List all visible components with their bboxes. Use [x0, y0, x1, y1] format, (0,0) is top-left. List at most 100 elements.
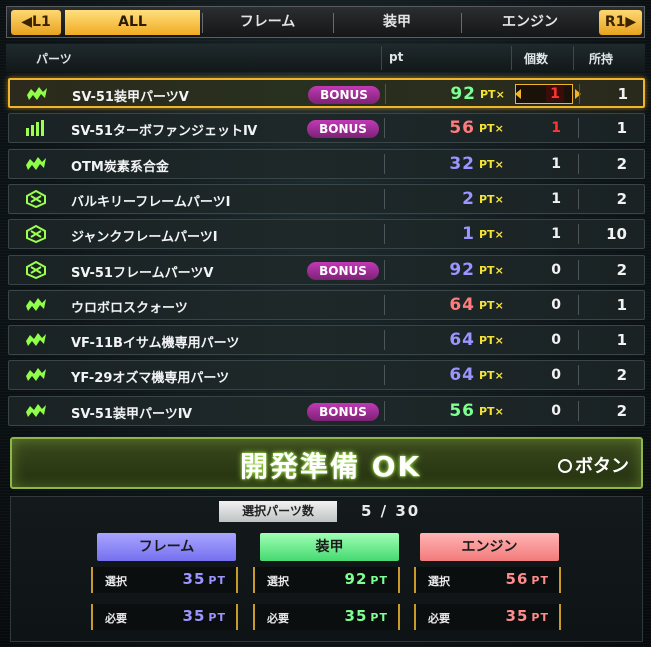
row-divider [578, 224, 579, 244]
count-value: 1 [551, 191, 561, 207]
part-name: SV-51ターボファンジェットⅣ [71, 124, 258, 139]
tab-divider [461, 13, 462, 33]
bonus-badge: BONUS [307, 403, 379, 421]
parts-row[interactable]: SV-51装甲パーツⅤ BONUS 92 PT× 1 1 [8, 78, 645, 108]
row-divider [579, 84, 580, 104]
bonus-badge: BONUS [307, 120, 379, 138]
owned-value: 2 [616, 402, 627, 420]
count-value: 1 [551, 156, 561, 172]
armor-icon [25, 331, 47, 349]
armor-icon [25, 296, 47, 314]
part-pt-value: 56 [449, 401, 475, 421]
part-pt-value: 92 [449, 260, 475, 280]
parts-row[interactable]: SV-51フレームパーツⅤ BONUS 92 PT× 0 2 [8, 255, 645, 285]
owned-value: 2 [616, 366, 627, 384]
row-divider [578, 295, 579, 315]
tab-all[interactable]: ALL [65, 10, 200, 35]
row-divider [384, 260, 385, 280]
row-divider [384, 330, 385, 350]
owned-value: 1 [616, 296, 627, 314]
owned-value: 1 [616, 331, 627, 349]
armor-selected-stat: 選択 92 PT [253, 567, 400, 593]
parts-row[interactable]: YF-29オズマ機専用パーツ 64 PT× 0 2 [8, 360, 645, 390]
row-divider [385, 84, 386, 104]
armor-icon [25, 366, 47, 384]
stat-label: 必要 [105, 612, 127, 625]
r1-shoulder-button[interactable]: R1▶ [599, 10, 642, 35]
pt-multiplier-label: PT× [479, 264, 504, 277]
part-pt-value: 64 [449, 295, 475, 315]
pt-multiplier-label: PT× [479, 158, 504, 171]
stepper-left-arrow-icon[interactable] [515, 89, 521, 99]
column-parts: パーツ [36, 52, 72, 66]
frame-icon [25, 224, 47, 244]
stat-value: 35 PT [182, 607, 226, 625]
count-value: 1 [551, 120, 561, 136]
armor-icon [25, 402, 47, 420]
row-divider [578, 365, 579, 385]
parts-row[interactable]: VF-11Bイサム機専用パーツ 64 PT× 0 1 [8, 325, 645, 355]
parts-row[interactable]: ジャンクフレームパーツⅠ 1 PT× 1 10 [8, 219, 645, 249]
parts-row[interactable]: ウロボロスクォーツ 64 PT× 0 1 [8, 290, 645, 320]
part-name: ウロボロスクォーツ [71, 301, 188, 316]
bonus-badge: BONUS [308, 86, 380, 104]
pt-multiplier-label: PT× [480, 88, 505, 101]
count-value: 1 [551, 226, 561, 242]
category-armor-header: 装甲 [260, 533, 399, 561]
category-frame-header: フレーム [97, 533, 236, 561]
l1-shoulder-button[interactable]: ◀L1 [11, 10, 61, 35]
row-divider [578, 330, 579, 350]
stat-value: 35 PT [505, 607, 549, 625]
stat-label: 必要 [428, 612, 450, 625]
frame-selected-stat: 選択 35 PT [91, 567, 238, 593]
tab-engine[interactable]: エンジン [465, 10, 595, 35]
tab-armor[interactable]: 装甲 [337, 10, 457, 35]
development-ready-banner[interactable]: 開発準備 OK ボタン [10, 437, 643, 489]
parts-row[interactable]: バルキリーフレームパーツⅠ 2 PT× 1 2 [8, 184, 645, 214]
owned-value: 10 [606, 225, 627, 243]
pt-multiplier-label: PT× [479, 299, 504, 312]
count-stepper[interactable]: 1 [515, 84, 581, 104]
tab-frame[interactable]: フレーム [205, 10, 330, 35]
part-pt-value: 1 [462, 224, 475, 244]
row-divider [384, 365, 385, 385]
column-count: 個数 [524, 52, 549, 66]
row-divider [578, 401, 579, 421]
part-pt-value: 32 [449, 154, 475, 174]
parts-row[interactable]: SV-51装甲パーツⅣ BONUS 56 PT× 0 2 [8, 396, 645, 426]
owned-value: 1 [617, 85, 628, 103]
owned-value: 2 [616, 261, 627, 279]
bonus-badge: BONUS [307, 262, 379, 280]
part-pt-value: 92 [450, 84, 476, 104]
stat-value: 35 PT [182, 570, 226, 588]
parts-row[interactable]: SV-51ターボファンジェットⅣ BONUS 56 PT× 1 1 [8, 113, 645, 143]
circle-button-icon [558, 459, 572, 473]
count-value: 0 [551, 332, 561, 348]
stat-value: 56 PT [505, 570, 549, 588]
row-divider [384, 224, 385, 244]
part-name: VF-11Bイサム機専用パーツ [71, 336, 240, 351]
engine-selected-stat: 選択 56 PT [414, 567, 561, 593]
circle-button-hint: ボタン [558, 452, 629, 478]
part-pt-value: 64 [449, 330, 475, 350]
stat-label: 選択 [267, 575, 289, 588]
part-name: YF-29オズマ機専用パーツ [71, 371, 230, 386]
stat-label: 選択 [105, 575, 127, 588]
count-value: 0 [551, 367, 561, 383]
selected-parts-label: 選択パーツ数 [219, 501, 337, 522]
parts-row[interactable]: OTM炭素系合金 32 PT× 1 2 [8, 149, 645, 179]
engine-icon [25, 119, 47, 137]
stat-label: 選択 [428, 575, 450, 588]
stat-value: 35 PT [344, 607, 388, 625]
row-divider [384, 118, 385, 138]
ready-title: 開発準備 OK [240, 450, 422, 483]
frame-icon [25, 260, 47, 280]
stepper-right-arrow-icon[interactable] [575, 89, 581, 99]
frame-icon [25, 189, 47, 209]
pt-multiplier-label: PT× [479, 193, 504, 206]
pt-multiplier-label: PT× [479, 334, 504, 347]
row-divider [384, 295, 385, 315]
column-divider [511, 46, 512, 70]
part-name: ジャンクフレームパーツⅠ [71, 230, 218, 245]
category-tab-bar: ◀L1 ALL フレーム 装甲 エンジン R1▶ [6, 6, 645, 38]
